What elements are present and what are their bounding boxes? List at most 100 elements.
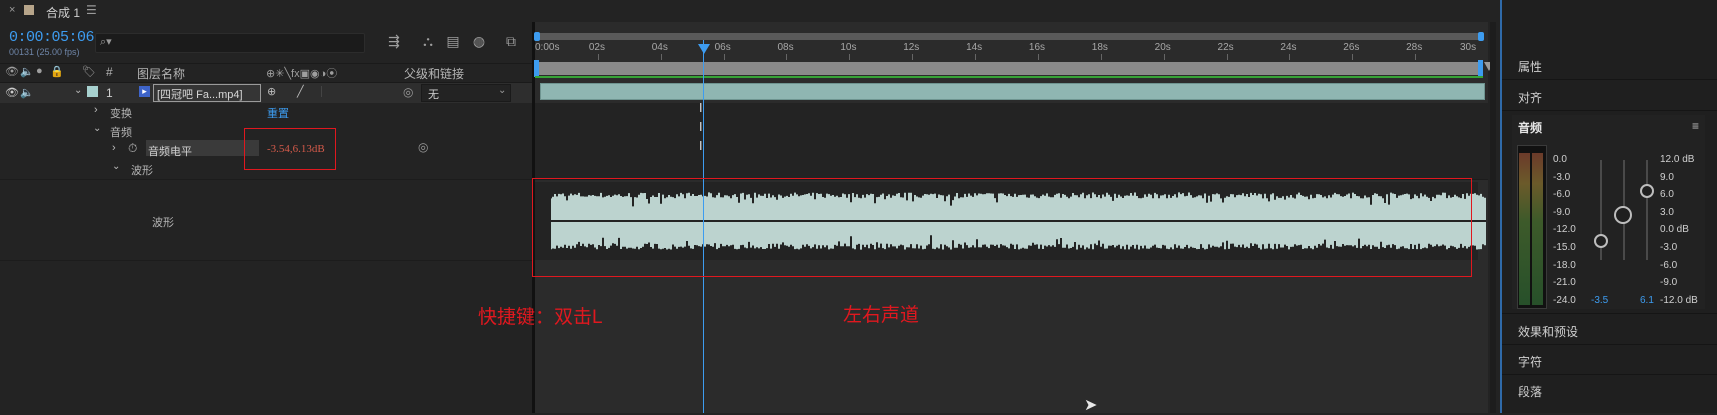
db-scale-label: -21.0	[1553, 277, 1576, 289]
master-level-slider-knob[interactable]	[1614, 206, 1632, 224]
ruler-tick-mark	[786, 54, 788, 60]
layer-visibility-icon[interactable]: 👁	[5, 86, 19, 99]
current-timecode[interactable]: 0:00:05:06	[9, 29, 95, 46]
layer-switch-quality-icon[interactable]: ╱	[297, 85, 304, 98]
pickwhip-icon[interactable]: ◎	[418, 140, 428, 154]
mouse-cursor-icon: ➤	[1084, 397, 1098, 414]
timeline-audio-row	[535, 122, 1488, 142]
time-navigator-bar[interactable]	[535, 33, 1483, 40]
pickwhip-icon[interactable]: ◎	[403, 85, 413, 99]
column-hash: #	[106, 65, 113, 79]
transform-label[interactable]: 变换	[110, 105, 132, 121]
audio-levels-label: 音频电平	[148, 146, 192, 158]
right-level-slider-knob[interactable]	[1640, 184, 1654, 198]
video-visibility-icon[interactable]: 👁	[5, 65, 19, 78]
ruler-tick-mark	[975, 54, 977, 60]
db-scale-label: 0.0 dB	[1660, 224, 1689, 236]
divider	[1502, 79, 1717, 80]
ruler-tick-mark	[723, 54, 725, 60]
frame-blending-icon[interactable]: ◍	[470, 33, 488, 49]
lock-icon[interactable]: 🔒	[50, 65, 64, 78]
layer-switch-shy-icon[interactable]: ⊕	[267, 85, 276, 98]
panel-effects-presets[interactable]: 效果和预设	[1518, 323, 1578, 340]
layer-switch-boxes[interactable]	[321, 86, 397, 97]
right-level-value[interactable]: 6.1	[1640, 295, 1654, 306]
ruler-tick-mark	[660, 54, 662, 60]
playhead-handle[interactable]	[698, 44, 710, 54]
work-area-start-handle[interactable]	[534, 60, 539, 77]
db-scale-label: -18.0	[1553, 259, 1576, 271]
db-scale-label: -6.0	[1553, 189, 1571, 201]
hide-shy-layers-icon[interactable]: ▤	[444, 33, 462, 49]
layer-search-input[interactable]	[95, 33, 365, 53]
audio-label[interactable]: 音频	[110, 124, 132, 140]
layer-label-color[interactable]	[87, 86, 98, 97]
frame-rate-readout: 00131 (25.00 fps)	[9, 47, 80, 57]
work-area-bar[interactable]	[535, 62, 1483, 75]
chevron-down-icon[interactable]: ⌄	[498, 85, 506, 96]
stopwatch-icon[interactable]: ⏱	[128, 141, 137, 156]
audio-panel-title[interactable]: 音频	[1518, 119, 1542, 136]
timeline-waveform-group-row	[535, 160, 1488, 180]
panel-menu-icon[interactable]: ≡	[1692, 119, 1699, 133]
tab-menu-icon[interactable]: ☰	[86, 3, 97, 17]
right-level-slider-track[interactable]	[1646, 160, 1648, 260]
render-cache-indicator	[535, 76, 1483, 78]
comp-tab-title[interactable]: 合成 1	[46, 4, 80, 21]
work-area-end-handle[interactable]	[1478, 60, 1483, 77]
transform-row	[0, 103, 532, 123]
solo-icon[interactable]: ●	[36, 65, 43, 77]
close-tab-icon[interactable]: ×	[9, 4, 15, 16]
ruler-tick-mark	[597, 54, 599, 60]
ruler-tick-mark	[1100, 54, 1102, 60]
ruler-tick-label: 06s	[714, 42, 731, 53]
db-scale-label: -24.0	[1553, 294, 1576, 306]
layer-audio-icon[interactable]: 🔈	[20, 86, 34, 99]
timeline-transform-row	[535, 103, 1488, 123]
label-tag-icon[interactable]: 🏷	[82, 65, 96, 78]
ruler-tick-label: 02s	[588, 42, 605, 53]
composition-flowchart-icon[interactable]: ⇶	[385, 33, 403, 49]
panel-paragraph[interactable]: 段落	[1518, 383, 1542, 400]
chevron-right-icon[interactable]: ›	[112, 142, 116, 154]
column-layer-name[interactable]: 图层名称	[137, 65, 185, 82]
db-scale-label: -12.0 dB	[1660, 294, 1698, 306]
annotation-channels-text: 左右声道	[843, 305, 920, 326]
ruler-tick-label: 28s	[1406, 42, 1423, 53]
timeline-scrollbar[interactable]	[1490, 22, 1496, 413]
switches-icons[interactable]: ⊕✳╲fx▣◉◑⦿	[266, 65, 337, 81]
panel-properties[interactable]: 属性	[1518, 58, 1542, 75]
db-scale-label: -3.0	[1660, 242, 1678, 253]
waveform-group-label[interactable]: 波形	[131, 162, 153, 178]
ruler-tick-label: 0:00s	[535, 42, 560, 53]
waveform-row	[0, 182, 532, 261]
graph-editor-icon[interactable]: ⧉	[502, 33, 520, 49]
panel-character[interactable]: 字符	[1518, 353, 1542, 370]
left-level-slider-knob[interactable]	[1594, 234, 1608, 248]
layer-duration-bar[interactable]	[540, 83, 1485, 100]
audio-icon[interactable]: 🔈	[20, 65, 34, 78]
panel-align[interactable]: 对齐	[1518, 89, 1542, 106]
transform-reset-link[interactable]: 重置	[267, 105, 289, 121]
chevron-down-icon[interactable]: ⌄	[112, 161, 120, 172]
layer-expand-chevron-icon[interactable]: ⌄	[74, 85, 82, 96]
navigator-start-handle[interactable]	[534, 32, 540, 41]
ruler-tick-label: 08s	[777, 42, 794, 53]
chevron-down-icon[interactable]: ⌄	[93, 123, 101, 134]
db-scale-label: -15.0	[1553, 242, 1576, 253]
waveform-label: 波形	[152, 217, 174, 229]
column-parent-link[interactable]: 父级和链接	[404, 65, 464, 82]
db-scale-label: -3.0	[1553, 171, 1571, 183]
chevron-right-icon[interactable]: ›	[94, 104, 98, 116]
navigator-end-handle[interactable]	[1478, 32, 1484, 41]
left-level-value[interactable]: -3.5	[1591, 295, 1608, 306]
annotation-box-levels	[244, 128, 336, 170]
ruler-tick-mark	[912, 54, 914, 60]
db-scale-label: -6.0	[1660, 259, 1678, 271]
audio-meter-right-bar	[1532, 153, 1543, 305]
ruler-tick-label: 20s	[1154, 42, 1171, 53]
draft-3d-icon[interactable]: ⛬	[419, 33, 437, 49]
divider	[1502, 313, 1717, 314]
ruler-tick-label: 30s	[1460, 42, 1477, 53]
parent-select-value: 无	[428, 89, 439, 101]
